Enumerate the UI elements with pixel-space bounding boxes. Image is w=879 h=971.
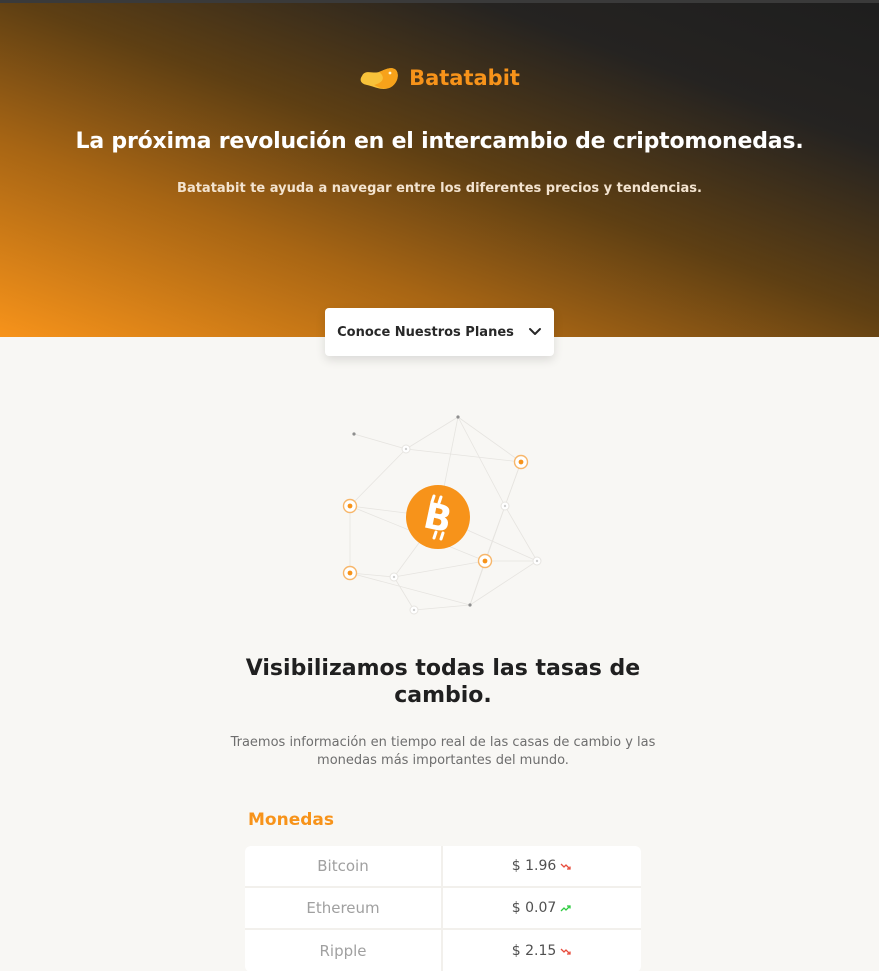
currency-price-cell: $ 0.07 <box>443 888 641 928</box>
currency-price: $ 2.15 <box>511 943 557 959</box>
currency-name: Bitcoin <box>245 846 443 886</box>
currency-price-cell: $ 2.15 <box>443 930 641 971</box>
trend-down-icon <box>560 948 571 955</box>
currency-price: $ 0.07 <box>511 900 557 916</box>
hero-subtitle: Batatabit te ayuda a navegar entre los d… <box>177 181 702 196</box>
currencies-table: Bitcoin $ 1.96 Ethereum $ 0.07 Ripple $ … <box>245 846 641 971</box>
section-subtitle: Traemos información en tiempo real de la… <box>230 735 656 768</box>
currency-price: $ 1.96 <box>511 858 557 874</box>
currency-name: Ethereum <box>245 888 443 928</box>
chevron-down-icon <box>528 328 541 335</box>
currency-price-cell: $ 1.96 <box>443 846 641 886</box>
bitcoin-network-illustration: B <box>342 415 542 615</box>
hero-title: La próxima revolución en el intercambio … <box>75 129 804 154</box>
plans-button-label: Conoce Nuestros Planes <box>337 324 514 340</box>
trend-up-icon <box>560 904 571 911</box>
currency-name: Ripple <box>245 930 443 971</box>
plans-button[interactable]: Conoce Nuestros Planes <box>325 308 554 356</box>
table-row: Ripple $ 2.15 <box>245 930 641 971</box>
trend-down-icon <box>560 863 571 870</box>
table-row: Bitcoin $ 1.96 <box>245 846 641 888</box>
currencies-heading: Monedas <box>248 810 334 830</box>
bitcoin-icon: B <box>406 485 470 549</box>
brand-logo[interactable]: Batatabit <box>0 65 879 91</box>
brand-name: Batatabit <box>409 66 520 90</box>
section-title: Visibilizamos todas las tasas de cambio. <box>245 656 641 708</box>
potato-logo-icon <box>360 68 398 89</box>
hero-section: Batatabit La próxima revolución en el in… <box>0 3 879 337</box>
table-row: Ethereum $ 0.07 <box>245 888 641 930</box>
